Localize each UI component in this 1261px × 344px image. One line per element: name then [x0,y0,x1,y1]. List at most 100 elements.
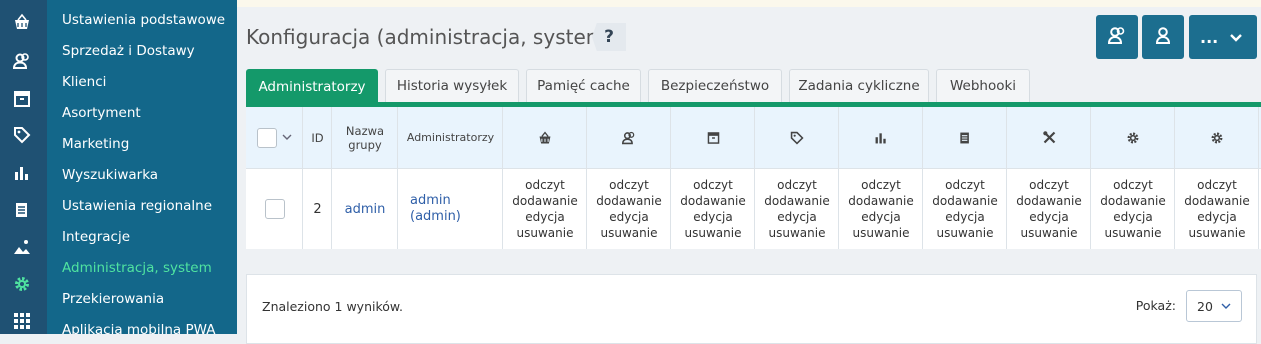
perm-delete: usuwanie [936,226,994,240]
perm-cell: odczyt dodawanie edycja usuwanie [587,169,671,249]
sidebar-item-marketing[interactable]: Marketing [62,136,129,152]
top-notice-strip [237,0,1261,7]
per-page-value: 20 [1197,298,1213,314]
perm-delete: usuwanie [1188,226,1246,240]
help-button[interactable]: ? [592,23,626,51]
perm-delete: usuwanie [1020,226,1078,240]
per-page-label: Pokaż: [1135,298,1176,313]
sidebar-item-sprzedaz[interactable]: Sprzedaż i Dostawy [62,43,195,59]
per-page-select[interactable]: 20 [1186,290,1242,322]
tab-zadania-cykliczne[interactable]: Zadania cykliczne [789,69,929,102]
sidebar-item-wyszukiwarka[interactable]: Wyszukiwarka [62,167,158,183]
perm-cell: odczyt dodawanie edycja usuwanie [1175,169,1259,249]
documents-icon [923,107,1007,168]
sidebar-item-ustawienia-regionalne[interactable]: Ustawienia regionalne [62,198,212,214]
perm-delete: usuwanie [852,226,910,240]
header-administrators[interactable]: Administratorzy [398,107,503,168]
sidebar-item-klienci[interactable]: Klienci [62,74,106,90]
row-group-cell: admin [332,169,398,249]
chevron-down-icon [1229,30,1243,49]
sidebar-item-ustawienia-podstawowe[interactable]: Ustawienia podstawowe [62,12,225,28]
gear-icon [1175,107,1259,168]
gear-icon [1091,107,1175,168]
archive-icon [671,107,755,168]
chevron-down-icon[interactable] [282,131,292,145]
perm-edit: edycja [945,210,985,224]
tab-historia-wysylek[interactable]: Historia wysyłek [385,69,519,102]
perm-edit: edycja [1197,210,1237,224]
perm-cell: odczyt dodawanie edycja usuwanie [1007,169,1091,249]
tab-bezpieczenstwo[interactable]: Bezpieczeństwo [648,69,782,102]
sidebar-item-przekierowania[interactable]: Przekierowania [62,291,164,307]
perm-delete: usuwanie [600,226,658,240]
sidebar-item-asortyment[interactable]: Asortyment [62,105,141,121]
header-id[interactable]: ID [303,107,332,168]
more-label: ... [1200,27,1219,47]
perm-add: dodawanie [1016,194,1082,208]
perm-add: dodawanie [596,194,662,208]
archive-icon[interactable] [11,88,33,110]
perm-cell: odczyt dodawanie edycja usuwanie [503,169,587,249]
perm-read: odczyt [525,178,565,192]
tab-administratorzy[interactable]: Administratorzy [246,69,378,103]
perm-edit: edycja [861,210,901,224]
gear-icon[interactable] [11,273,33,295]
select-all-checkbox[interactable] [257,127,277,148]
row-select-cell [246,169,303,249]
perm-read: odczyt [1029,178,1069,192]
icon-bar [0,0,47,334]
tag-icon[interactable] [11,124,33,146]
results-count: Znaleziono 1 wyników. [262,299,403,314]
sidebar-item-administracja[interactable]: Administracja, system [62,260,212,276]
perm-read: odczyt [609,178,649,192]
perm-read: odczyt [777,178,817,192]
perm-cell: odczyt dodawanie edycja usuwanie [1091,169,1175,249]
row-id: 2 [313,201,322,217]
perm-add: dodawanie [680,194,746,208]
grid-icon[interactable] [11,310,33,332]
tag-icon [755,107,839,168]
perm-read: odczyt [945,178,985,192]
perm-add: dodawanie [932,194,998,208]
perm-edit: edycja [1113,210,1153,224]
basket-icon[interactable] [11,11,33,33]
documents-icon[interactable] [11,199,33,221]
perm-edit: edycja [609,210,649,224]
image-icon[interactable] [11,236,33,258]
perm-delete: usuwanie [516,226,574,240]
perm-cell: odczyt dodawanie edycja usuwanie [839,169,923,249]
perm-edit: edycja [777,210,817,224]
perm-add: dodawanie [1184,194,1250,208]
perm-delete: usuwanie [1104,226,1162,240]
perm-edit: edycja [525,210,565,224]
users-icon[interactable] [11,50,33,72]
group-link[interactable]: admin [345,202,386,217]
row-checkbox[interactable] [264,199,285,219]
more-actions-button[interactable]: ... [1189,15,1257,59]
row-admins-cell: admin (admin) [398,169,503,249]
perm-add: dodawanie [512,194,578,208]
users-icon [587,107,671,168]
perm-add: dodawanie [1100,194,1166,208]
bar-chart-icon[interactable] [11,162,33,184]
perm-delete: usuwanie [768,226,826,240]
header-group-name[interactable]: Nazwa grupy [332,107,398,168]
tab-webhooki[interactable]: Webhooki [936,69,1030,102]
perm-add: dodawanie [764,194,830,208]
sidebar-item-aplikacja-pwa[interactable]: Aplikacja mobilna PWA [62,322,215,334]
user-icon [1153,25,1173,49]
admins-button[interactable] [1096,15,1138,59]
administrators-table: ID Nazwa grupy Administratorzy 2 admin a… [246,107,1261,249]
perm-cell: odczyt dodawanie edycja usuwanie [923,169,1007,249]
user-button[interactable] [1142,15,1184,59]
sidebar-item-integracje[interactable]: Integracje [62,229,130,245]
chevron-down-icon [1220,300,1232,315]
admin-link[interactable]: admin (admin) [410,193,470,225]
users-icon [1107,25,1127,49]
basket-icon [503,107,587,168]
page-title: Konfiguracja (administracja, system) [246,25,614,49]
perm-cell: odczyt dodawanie edycja usuwanie [671,169,755,249]
select-all-cell [246,107,303,168]
tab-pamiec-cache[interactable]: Pamięć cache [526,69,641,102]
perm-edit: edycja [1029,210,1069,224]
